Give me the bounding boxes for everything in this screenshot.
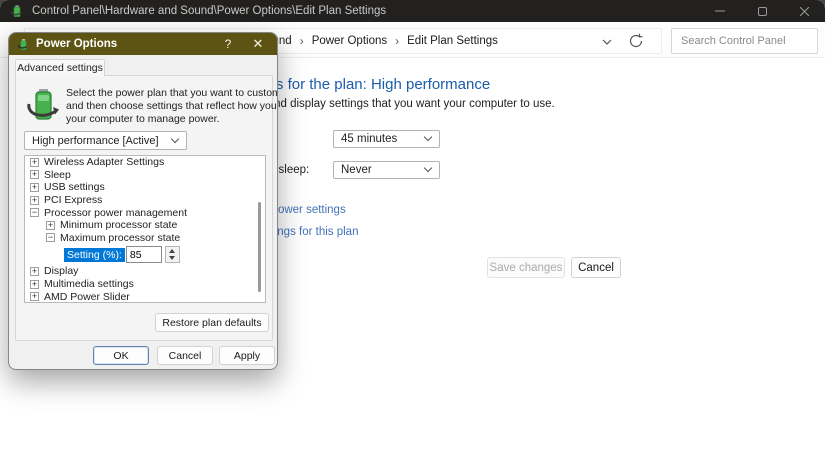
maximize-button[interactable] [741,0,783,22]
save-changes-button[interactable]: Save changes [487,257,565,278]
breadcrumb-separator: › [389,34,405,48]
close-button[interactable] [783,0,825,22]
dialog-cancel-button[interactable]: Cancel [157,346,213,365]
cancel-button[interactable]: Cancel [571,257,621,278]
tree-item-sleep[interactable]: + Sleep [25,169,265,182]
expand-toggle-icon[interactable]: + [30,280,39,289]
power-options-icon [17,38,30,51]
tree-item-label: AMD Power Slider [44,291,130,303]
tree-item-processor-power-management[interactable]: − Processor power management [25,206,265,219]
advanced-settings-page: Select the power plan that you want to c… [15,75,273,341]
expand-toggle-icon[interactable]: + [30,196,39,205]
tree-scrollbar-thumb[interactable] [258,202,261,292]
tree-item-amd-power-slider[interactable]: + AMD Power Slider [25,290,265,303]
dialog-description-line: and then choose settings that reflect ho… [66,100,278,113]
control-panel-window: Control Panel\Hardware and Sound\Power O… [0,0,825,465]
window-controls [699,0,825,22]
tree-item-display[interactable]: + Display [25,265,265,278]
tree-item-pci-express[interactable]: + PCI Express [25,194,265,207]
dialog-title: Power Options [36,38,213,50]
dialog-titlebar: Power Options ? ✕ [9,33,277,55]
tree-item-label: Minimum processor state [60,219,177,231]
expand-toggle-icon[interactable]: + [30,158,39,167]
power-plan-icon [26,87,60,123]
collapse-toggle-icon[interactable]: − [30,208,39,217]
tree-item-wireless-adapter[interactable]: + Wireless Adapter Settings [25,156,265,169]
tree-item-setting-editor: Setting (%): [25,244,265,265]
spin-down-icon[interactable] [169,256,175,260]
tree-item-label: Multimedia settings [44,278,134,290]
restore-plan-defaults-button[interactable]: Restore plan defaults [155,313,269,332]
display-timeout-value: 45 minutes [341,133,397,145]
expand-toggle-icon[interactable]: + [46,221,55,230]
search-box [671,28,818,54]
tab-advanced-settings[interactable]: Advanced settings [15,59,105,76]
window-titlebar: Control Panel\Hardware and Sound\Power O… [0,0,825,22]
tree-item-label: PCI Express [44,194,102,206]
breadcrumb-separator: › [294,34,310,48]
power-plan-select[interactable]: High performance [Active] [24,131,187,150]
setting-label: Setting (%): [64,248,125,262]
breadcrumb-edit-plan-settings[interactable]: Edit Plan Settings [405,35,500,47]
sleep-timeout-value: Never [341,164,372,176]
tree-item-label: Maximum processor state [60,232,180,244]
advanced-settings-tree: + Wireless Adapter Settings + Sleep + US… [24,155,266,303]
dialog-description-line: your computer to manage power. [66,113,220,126]
expand-toggle-icon[interactable]: + [30,292,39,301]
help-button[interactable]: ? [213,33,243,55]
tree-item-minimum-processor-state[interactable]: + Minimum processor state [25,219,265,232]
sleep-timeout-select[interactable]: Never [333,161,440,179]
dialog-description-line: Select the power plan that you want to c… [66,87,278,100]
refresh-icon[interactable] [627,32,645,50]
minimize-button[interactable] [699,0,741,22]
tree-item-label: Wireless Adapter Settings [44,156,164,168]
spin-up-icon[interactable] [169,249,175,253]
breadcrumb-power-options[interactable]: Power Options [310,35,389,47]
expand-toggle-icon[interactable]: + [30,183,39,192]
chevron-down-icon [171,134,179,142]
tree-item-label: Sleep [44,169,71,181]
ok-button[interactable]: OK [93,346,149,365]
power-options-icon [10,4,24,18]
setting-spinner[interactable] [165,246,180,263]
tree-item-label: USB settings [44,181,105,193]
tree-item-label: Processor power management [44,207,187,219]
setting-percent-input[interactable] [126,246,162,263]
search-input[interactable] [672,35,823,47]
collapse-toggle-icon[interactable]: − [46,233,55,242]
tree-item-multimedia-settings[interactable]: + Multimedia settings [25,278,265,291]
tree-item-label: Display [44,265,78,277]
dialog-close-button[interactable]: ✕ [243,33,273,55]
apply-button[interactable]: Apply [219,346,275,365]
display-timeout-select[interactable]: 45 minutes [333,130,440,148]
chevron-down-icon[interactable] [599,34,615,50]
tree-item-usb-settings[interactable]: + USB settings [25,181,265,194]
power-plan-value: High performance [Active] [32,135,159,147]
expand-toggle-icon[interactable]: + [30,267,39,276]
chevron-down-icon [424,164,432,172]
chevron-down-icon [424,133,432,141]
window-title: Control Panel\Hardware and Sound\Power O… [32,5,386,17]
expand-toggle-icon[interactable]: + [30,170,39,179]
tree-item-maximum-processor-state[interactable]: − Maximum processor state [25,232,265,245]
power-options-dialog: Power Options ? ✕ Advanced settings Sele… [8,32,278,370]
